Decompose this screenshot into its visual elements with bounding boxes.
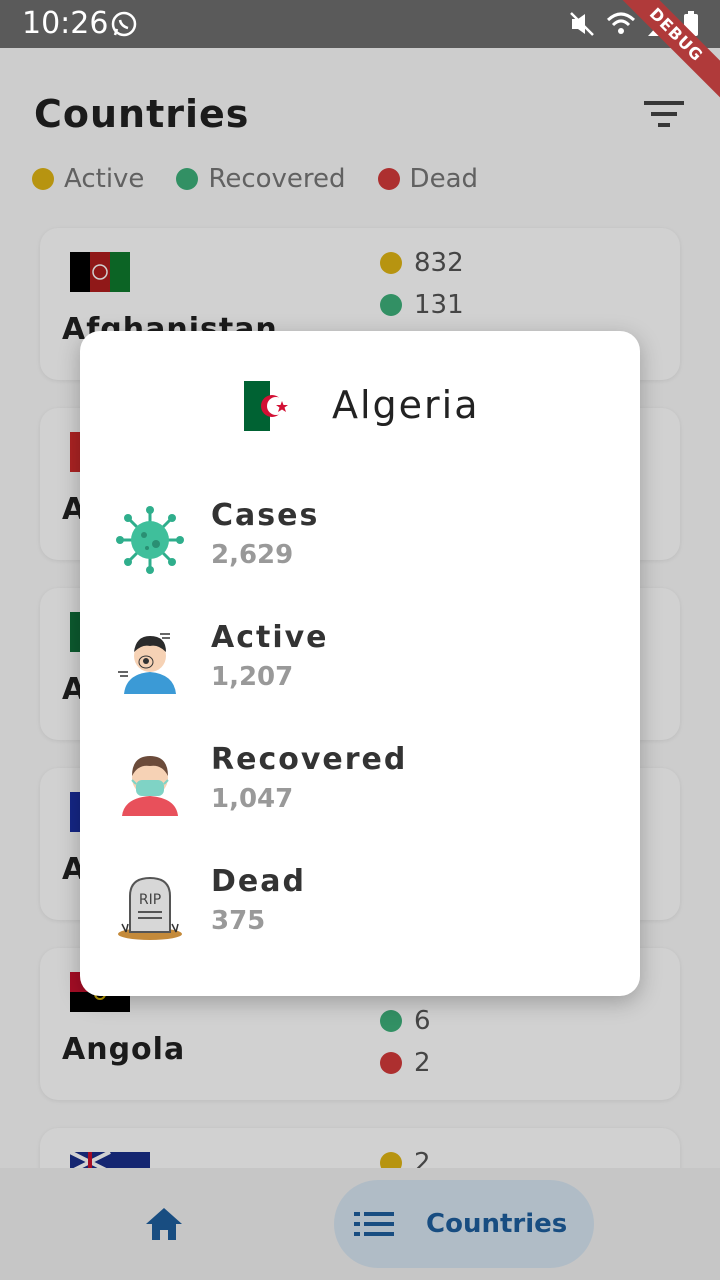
recovered-label: Recovered [211,742,408,777]
tombstone-icon: RIP [118,876,182,940]
algeria-flag-icon [244,381,296,431]
masked-person-icon [122,756,178,816]
coughing-person-icon [118,633,176,694]
whatsapp-icon [111,11,137,37]
cases-label: Cases [211,498,320,533]
active-row: Active 1,207 [116,620,616,728]
virus-icon [116,506,184,574]
recovered-row: Recovered 1,047 [116,742,616,850]
status-time: 10:26 [22,6,109,41]
recovered-value: 1,047 [211,784,294,814]
active-value: 1,207 [211,662,294,692]
cases-value: 2,629 [211,540,294,570]
mute-icon [570,12,594,36]
wifi-icon [606,12,636,34]
dialog-country-name: Algeria [332,383,480,427]
dead-label: Dead [211,864,306,899]
tombstone-text: RIP [139,892,161,908]
status-bar: 10:26 [0,0,720,48]
country-detail-dialog: Algeria Cases 2,629 Active 1,207 Recover… [80,331,640,996]
dead-value: 375 [211,906,266,936]
dead-row: RIP Dead 375 [116,864,616,972]
cases-row: Cases 2,629 [116,498,616,606]
active-label: Active [211,620,329,655]
